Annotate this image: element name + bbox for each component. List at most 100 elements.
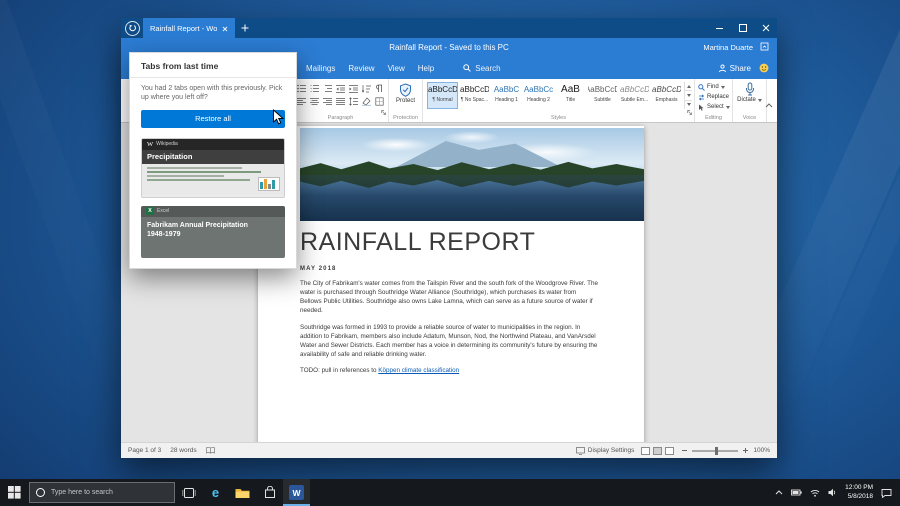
- popup-message: You had 2 tabs open with this previously…: [130, 78, 296, 103]
- close-button[interactable]: [754, 18, 777, 38]
- increase-indent-button[interactable]: [348, 83, 359, 94]
- ribbon-tab-review[interactable]: Review: [348, 64, 374, 73]
- ribbon-tab-help[interactable]: Help: [418, 64, 434, 73]
- show-hidden-icons-button[interactable]: [775, 490, 783, 495]
- search-label: Search: [475, 64, 500, 73]
- card-title: Precipitation: [142, 150, 284, 164]
- action-center-button[interactable]: [881, 488, 892, 498]
- tab-card-excel[interactable]: X Excel Fabrikam Annual Precipitation 19…: [141, 206, 285, 258]
- ribbon-display-options-icon[interactable]: [760, 42, 769, 53]
- restore-all-button[interactable]: Restore all: [141, 110, 285, 128]
- zoom-in-button[interactable]: [742, 447, 749, 454]
- find-button[interactable]: Find: [698, 82, 730, 92]
- numbering-button[interactable]: [309, 83, 320, 94]
- styles-dialog-launcher[interactable]: [687, 102, 692, 120]
- protection-group-label: Protection: [389, 115, 422, 121]
- card-app-name: Excel: [157, 208, 169, 214]
- find-icon: [698, 84, 705, 91]
- zoom-slider-thumb[interactable]: [715, 447, 718, 455]
- style-item-emphasis[interactable]: AaBbCcDdEmphasis: [651, 82, 682, 109]
- sort-button[interactable]: [361, 83, 372, 94]
- zoom-level[interactable]: 100%: [753, 447, 770, 454]
- tab-close-icon[interactable]: [222, 19, 228, 37]
- styles-scroll-up-button[interactable]: [685, 82, 692, 91]
- previous-tabs-icon: [125, 21, 140, 36]
- chart-thumbnail: [258, 177, 280, 191]
- zoom-slider[interactable]: [692, 450, 738, 452]
- wifi-icon[interactable]: [810, 489, 820, 497]
- share-icon: [718, 64, 727, 73]
- card-title: Fabrikam Annual Precipitation 1948-1979: [141, 217, 258, 244]
- ribbon-tab-mailings[interactable]: Mailings: [306, 64, 335, 73]
- display-settings-button[interactable]: Display Settings: [576, 447, 635, 455]
- minimize-button[interactable]: [708, 18, 731, 38]
- select-button[interactable]: Select: [698, 102, 730, 112]
- user-name[interactable]: Martina Duarte: [703, 43, 753, 52]
- decrease-indent-button[interactable]: [335, 83, 346, 94]
- web-layout-button[interactable]: [665, 447, 674, 455]
- style-item-heading2[interactable]: AaBbCcHeading 2: [523, 82, 554, 109]
- page-indicator[interactable]: Page 1 of 3: [128, 447, 161, 454]
- dictate-button[interactable]: Dictate: [737, 97, 762, 103]
- word-taskbar-button[interactable]: W: [283, 479, 310, 506]
- styles-scroll-down-button[interactable]: [685, 91, 692, 100]
- plus-icon: [241, 24, 249, 32]
- file-explorer-button[interactable]: [229, 479, 256, 506]
- justify-button[interactable]: [335, 96, 346, 107]
- minimize-icon: [716, 28, 723, 29]
- previous-tabs-button[interactable]: [121, 18, 143, 38]
- style-item-subtle-emphasis[interactable]: AaBbCcDdSubtle Em...: [619, 82, 650, 109]
- style-item-no-spacing[interactable]: AaBbCcDd¶ No Spac...: [459, 82, 490, 109]
- dictate-microphone-icon[interactable]: [744, 82, 756, 96]
- document-page[interactable]: RAINFALL REPORT MAY 2018 The City of Fab…: [258, 126, 644, 442]
- print-layout-button[interactable]: [653, 447, 662, 455]
- document-title: RAINFALL REPORT: [300, 228, 598, 257]
- bullets-button[interactable]: [296, 83, 307, 94]
- taskbar-search-box[interactable]: Type here to search: [29, 482, 175, 503]
- ribbon-group-paragraph: Paragraph: [293, 79, 389, 122]
- styles-group-label: Styles: [423, 115, 694, 121]
- read-mode-button[interactable]: [641, 447, 650, 455]
- battery-icon[interactable]: [791, 489, 802, 496]
- style-item-heading1[interactable]: AaBbCHeading 1: [491, 82, 522, 109]
- lake-photo: [300, 128, 644, 221]
- tab-card-wikipedia[interactable]: W Wikipedia Precipitation: [141, 138, 285, 198]
- feedback-smiley-icon[interactable]: [759, 63, 769, 73]
- line-spacing-button[interactable]: [348, 96, 359, 107]
- new-tab-button[interactable]: [235, 18, 255, 38]
- word-count[interactable]: 28 words: [170, 447, 196, 454]
- protect-button[interactable]: Protect: [396, 98, 415, 104]
- shading-button[interactable]: [361, 96, 372, 107]
- collapse-ribbon-button[interactable]: [765, 95, 773, 113]
- paragraph-dialog-launcher[interactable]: [381, 102, 386, 120]
- ribbon-tab-view[interactable]: View: [388, 64, 405, 73]
- tell-me-search[interactable]: Search: [463, 64, 500, 73]
- align-center-button[interactable]: [309, 96, 320, 107]
- share-button[interactable]: Share: [718, 64, 751, 73]
- word-app-icon: W: [289, 485, 304, 500]
- window-tab[interactable]: Rainfall Report - Wo: [143, 18, 235, 38]
- clock-date: 5/8/2018: [845, 493, 873, 501]
- style-item-subtitle[interactable]: AaBbCcDSubtitle: [587, 82, 618, 109]
- edge-browser-button[interactable]: e: [202, 479, 229, 506]
- status-bar: Page 1 of 3 28 words Display Settings: [121, 442, 777, 458]
- maximize-button[interactable]: [731, 18, 754, 38]
- proofing-icon[interactable]: [206, 447, 215, 454]
- align-right-button[interactable]: [322, 96, 333, 107]
- align-left-button[interactable]: [296, 96, 307, 107]
- zoom-out-button[interactable]: [681, 447, 688, 454]
- taskbar-clock[interactable]: 12:00 PM 5/8/2018: [845, 484, 873, 500]
- store-button[interactable]: [256, 479, 283, 506]
- koppen-hyperlink[interactable]: Köppen climate classification: [378, 367, 459, 374]
- search-icon: [463, 64, 471, 72]
- multilevel-list-button[interactable]: [322, 83, 333, 94]
- volume-icon[interactable]: [828, 488, 837, 497]
- start-button[interactable]: [0, 479, 29, 506]
- task-view-button[interactable]: [175, 479, 202, 506]
- replace-button[interactable]: Replace: [698, 92, 730, 102]
- show-formatting-button[interactable]: [374, 83, 385, 94]
- style-item-normal[interactable]: AaBbCcDd¶ Normal: [427, 82, 458, 109]
- ribbon-group-styles: AaBbCcDd¶ Normal AaBbCcDd¶ No Spac... Aa…: [423, 79, 695, 122]
- protect-shield-icon[interactable]: [399, 83, 412, 97]
- style-item-title[interactable]: AaBTitle: [555, 82, 586, 109]
